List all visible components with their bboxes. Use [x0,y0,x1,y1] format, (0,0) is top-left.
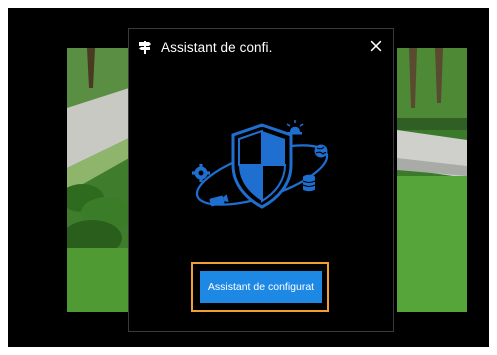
camera-thumbnail-right [397,48,467,312]
live-view-screen: Assistant de confi. Assistant de configu… [8,8,489,347]
signpost-icon [138,40,152,54]
close-icon[interactable] [368,38,384,54]
setup-wizard-button[interactable]: Assistant de configurat [200,271,322,303]
dialog-title: Assistant de confi. [161,39,273,55]
dialog-header: Assistant de confi. [129,29,393,65]
camera-thumbnail-left [67,48,129,312]
shield-security-icon [187,117,337,217]
setup-wizard-dialog: Assistant de confi. Assistant de configu… [128,28,394,332]
